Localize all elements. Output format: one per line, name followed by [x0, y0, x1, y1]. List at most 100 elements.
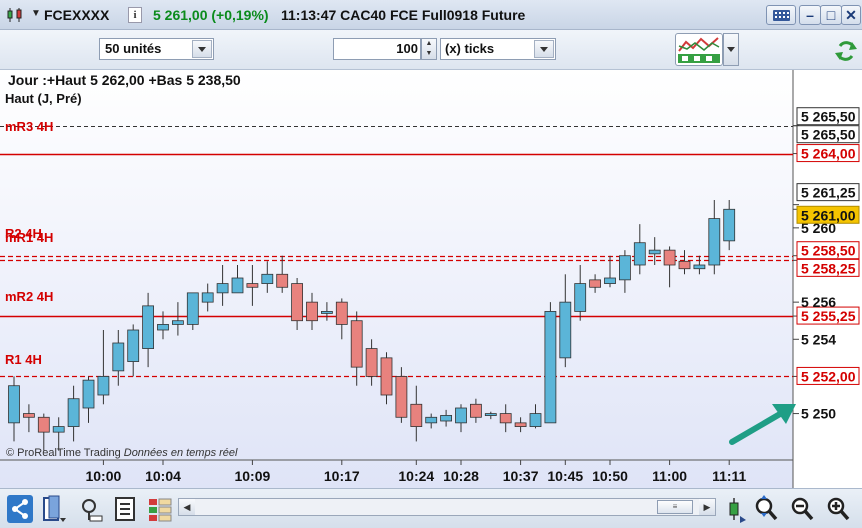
candle-body [708, 218, 721, 266]
auto-zoom-icon[interactable] [752, 494, 780, 524]
scroll-lock-icon[interactable] [78, 494, 106, 524]
candle-body [216, 283, 229, 294]
candle-body [320, 311, 333, 314]
scroll-to-end-icon[interactable] [720, 494, 748, 524]
candle-body [380, 357, 393, 396]
candle-body [484, 413, 497, 416]
ticks-value: (x) ticks [445, 41, 495, 56]
candle-body [604, 277, 616, 284]
candle-body [67, 398, 80, 427]
close-icon: ✕ [845, 7, 857, 23]
info-icon[interactable]: i [128, 7, 142, 23]
candle-body [8, 385, 20, 424]
candle-body [678, 260, 691, 270]
minimize-button[interactable]: – [799, 5, 821, 25]
x-tick-label: 10:00 [85, 468, 121, 484]
y-tick-label: 5 264,00 [801, 146, 856, 162]
spin-up-icon[interactable]: ▲ [422, 39, 436, 49]
candlestick-app-icon[interactable] [6, 7, 24, 23]
candle-body [499, 413, 512, 424]
y-tick-label: 5 258,50 [801, 243, 856, 259]
chevron-down-icon[interactable] [534, 40, 554, 58]
watermark-note: Données en temps réel [123, 447, 238, 459]
candle-body [723, 208, 736, 242]
candle-body [633, 242, 646, 266]
units-select[interactable]: 50 unités [99, 38, 214, 60]
candle-body [246, 283, 259, 288]
y-tick-label: 5 252,00 [801, 368, 856, 384]
candle-body [127, 329, 140, 362]
keyboard-icon [773, 10, 790, 21]
candle-body [589, 279, 601, 288]
scrollbar-thumb[interactable]: ≡ [657, 500, 693, 514]
horizontal-scrollbar[interactable]: ◀ ≡ ▶ [178, 498, 716, 516]
candle-body [455, 407, 467, 424]
candle-body [142, 305, 155, 349]
candle-body [469, 403, 482, 418]
title-bar: ▼ FCEXXXX i 5 261,00 (+0,19%) 11:13:47 C… [0, 0, 862, 30]
sync-icon[interactable] [832, 36, 860, 66]
level-label-r2: R2 4H [5, 226, 42, 241]
y-tick-label: 5 265,50 [801, 127, 856, 143]
scroll-right-icon[interactable]: ▶ [699, 499, 715, 515]
x-tick-label: 10:09 [234, 468, 270, 484]
candle-body [395, 376, 408, 418]
candle-body [231, 277, 244, 294]
symbol-name[interactable]: FCEXXXX [44, 7, 109, 23]
x-tick-label: 10:04 [145, 468, 181, 484]
bar-count-input[interactable]: 100 [333, 38, 421, 60]
y-tick-label: 5 250 [801, 406, 836, 422]
candle-body [186, 292, 199, 325]
price-change: 5 261,00 (+0,19%) [153, 7, 269, 23]
candle-body [440, 415, 453, 422]
candle-body [425, 416, 438, 424]
x-tick-label: 10:45 [547, 468, 583, 484]
candle-body [350, 320, 363, 368]
candle-body [544, 311, 557, 424]
candle-body [112, 342, 125, 372]
maximize-button[interactable]: □ [820, 5, 842, 25]
candle-body [37, 416, 50, 433]
indicators-button[interactable] [675, 33, 723, 66]
x-tick-label: 11:00 [652, 468, 687, 484]
candle-body [514, 422, 527, 427]
close-button[interactable]: ✕ [841, 5, 861, 25]
zoom-in-icon[interactable] [824, 494, 852, 524]
chevron-down-icon[interactable] [192, 40, 212, 58]
share-icon[interactable] [6, 494, 34, 524]
candle [544, 302, 557, 424]
data-source-watermark: © ProRealTime Trading Données en temps r… [6, 447, 237, 459]
scroll-left-icon[interactable]: ◀ [179, 499, 195, 515]
layout-icon[interactable] [40, 494, 68, 524]
candle-body [529, 413, 542, 427]
zoom-out-icon[interactable] [788, 494, 816, 524]
x-tick-label: 10:37 [503, 468, 539, 484]
price-chart[interactable]: 5 250 5 252,00 5 254 5 255,25 5 256 5 258,25 5… [0, 70, 862, 488]
level-label-mr3: mR3 4H [5, 119, 54, 134]
level-label-mr2: mR2 4H [5, 289, 54, 304]
indicators-dropdown-button[interactable] [723, 33, 739, 66]
candle-body [82, 379, 95, 409]
chart-canvas[interactable]: 5 2505 252,005 2545 255,255 2565 258,255… [0, 70, 862, 488]
instrument-description: 11:13:47 CAC40 FCE Full0918 Future [281, 7, 526, 23]
order-book-icon[interactable] [146, 494, 174, 524]
chart-toolbar: 50 unités 100 ▲ ▼ (x) ticks [0, 30, 862, 70]
candle-body [306, 301, 318, 322]
spin-down-icon[interactable]: ▼ [422, 49, 436, 59]
candle [186, 292, 199, 330]
candle-body [693, 264, 706, 270]
symbol-dropdown-icon[interactable]: ▼ [31, 8, 41, 19]
y-tick-label: 5 261,25 [801, 185, 856, 201]
candle-body [619, 255, 631, 281]
indicators-icon [678, 37, 720, 63]
candle-body [410, 403, 423, 427]
minimize-icon: – [806, 7, 814, 23]
y-tick-label: 5 261,00 [801, 207, 856, 223]
list-icon[interactable] [112, 494, 140, 524]
x-tick-label: 10:24 [398, 468, 434, 484]
keyboard-button[interactable] [766, 5, 796, 25]
bar-count-stepper[interactable]: ▲ ▼ [421, 38, 437, 60]
maximize-icon: □ [826, 7, 836, 23]
candle-body [22, 413, 35, 418]
ticks-select[interactable]: (x) ticks [440, 38, 556, 60]
